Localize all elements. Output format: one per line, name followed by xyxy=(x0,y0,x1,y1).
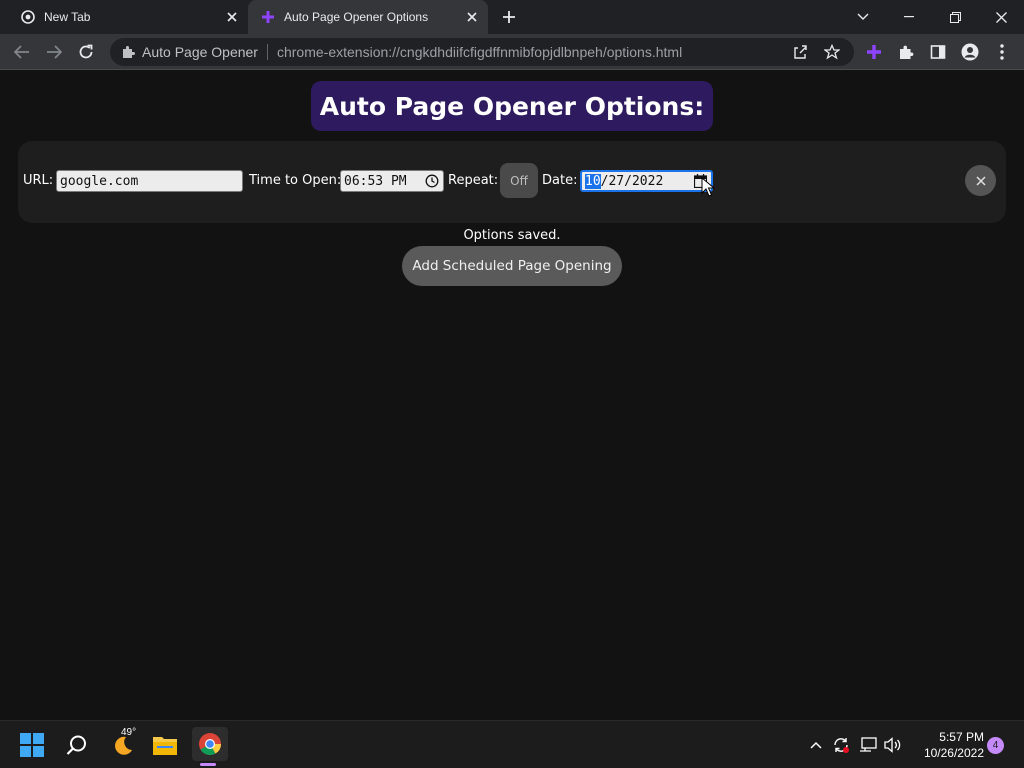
puzzle-icon xyxy=(900,45,914,59)
page-title: Auto Page Opener Options: xyxy=(311,81,713,131)
close-icon xyxy=(975,175,986,186)
url-text: chrome-extension://cngkdhdiifcfigdffnmib… xyxy=(276,44,683,60)
divider xyxy=(266,44,268,60)
remove-row-button[interactable] xyxy=(965,165,996,196)
new-tab-button[interactable] xyxy=(498,6,520,28)
tab-new-tab[interactable]: New Tab xyxy=(8,0,248,34)
active-app-indicator xyxy=(200,763,216,766)
search-button[interactable] xyxy=(61,729,93,761)
menu-button[interactable] xyxy=(989,39,1015,65)
arrow-left-icon xyxy=(14,45,29,59)
browser-toolbar: Auto Page Opener chrome-extension://cngk… xyxy=(0,34,1024,70)
network-button[interactable] xyxy=(858,735,878,755)
status-message: Options saved. xyxy=(463,228,561,243)
sync-icon xyxy=(834,738,849,753)
address-bar[interactable]: Auto Page Opener chrome-extension://cngk… xyxy=(110,38,854,66)
share-icon[interactable] xyxy=(792,44,808,60)
close-icon xyxy=(995,11,1007,23)
forward-button[interactable] xyxy=(41,39,67,65)
close-tab-icon[interactable] xyxy=(222,7,242,27)
sync-status-button[interactable] xyxy=(831,735,851,755)
tab-auto-page-opener-options[interactable]: Auto Page Opener Options xyxy=(248,0,488,34)
time-value: 06:53 PM xyxy=(344,173,407,189)
add-scheduled-page-opening-button[interactable]: Add Scheduled Page Opening xyxy=(402,246,622,286)
url-input[interactable]: google.com xyxy=(56,170,243,192)
time-label: Time to Open: xyxy=(249,173,342,188)
mouse-cursor-icon xyxy=(701,177,715,197)
taskbar-clock[interactable]: 5:57 PM 10/26/2022 xyxy=(908,729,984,761)
profile-button[interactable] xyxy=(957,39,983,65)
clock-time: 5:57 PM xyxy=(939,730,984,744)
reload-icon xyxy=(79,44,93,59)
windows-logo-icon xyxy=(20,733,44,757)
windows-taskbar: 49° 5:57 PM 10/26/2022 4 xyxy=(0,720,1024,768)
reload-button[interactable] xyxy=(73,39,99,65)
site-label: Auto Page Opener xyxy=(142,44,258,60)
clock-icon[interactable] xyxy=(425,174,439,188)
chrome-icon xyxy=(199,733,221,755)
extension-auto-page-opener-button[interactable] xyxy=(861,39,887,65)
minimize-icon xyxy=(904,16,914,18)
show-hidden-icons-button[interactable] xyxy=(806,735,826,755)
date-month-segment[interactable]: 10 xyxy=(585,173,601,189)
extension-plus-icon xyxy=(260,9,276,25)
side-panel-icon xyxy=(930,45,946,59)
kebab-menu-icon xyxy=(1000,44,1004,60)
start-button[interactable] xyxy=(16,729,48,761)
file-explorer-button[interactable] xyxy=(149,729,181,761)
arrow-right-icon xyxy=(47,45,62,59)
restore-button[interactable] xyxy=(932,0,978,34)
chevron-up-icon xyxy=(810,741,822,749)
weather-temperature: 49° xyxy=(121,727,137,738)
profile-icon xyxy=(961,43,979,61)
chevron-down-icon xyxy=(857,13,869,20)
back-button[interactable] xyxy=(9,39,35,65)
date-label: Date: xyxy=(542,173,578,188)
notification-badge[interactable]: 4 xyxy=(987,737,1004,754)
tab-search-button[interactable] xyxy=(840,0,886,34)
side-panel-button[interactable] xyxy=(925,39,951,65)
repeat-label: Repeat: xyxy=(448,173,499,188)
bookmark-star-icon[interactable] xyxy=(824,44,840,60)
tab-strip: New Tab Auto Page Opener Options xyxy=(0,0,1024,34)
plus-icon xyxy=(503,11,515,23)
time-input[interactable]: 06:53 PM xyxy=(340,170,444,192)
clock-date: 10/26/2022 xyxy=(923,746,984,760)
date-input[interactable]: 10/27/2022 xyxy=(580,170,713,192)
restore-icon xyxy=(949,11,961,23)
speaker-icon xyxy=(884,737,901,753)
folder-icon xyxy=(153,737,177,755)
close-tab-icon[interactable] xyxy=(462,7,482,27)
tab-title: Auto Page Opener Options xyxy=(284,10,429,24)
volume-button[interactable] xyxy=(883,735,903,755)
extension-plus-icon xyxy=(867,45,881,59)
close-window-button[interactable] xyxy=(978,0,1024,34)
repeat-toggle-button[interactable]: Off xyxy=(500,163,538,198)
extensions-button[interactable] xyxy=(893,39,919,65)
url-label: URL: xyxy=(23,173,54,188)
minimize-button[interactable] xyxy=(886,0,932,34)
tab-title: New Tab xyxy=(44,10,91,24)
network-icon xyxy=(860,737,877,752)
chrome-taskbar-button[interactable] xyxy=(192,727,228,761)
chrome-icon xyxy=(20,9,36,25)
puzzle-icon xyxy=(120,44,136,60)
search-icon xyxy=(66,735,86,755)
date-rest: /27/2022 xyxy=(600,173,664,189)
